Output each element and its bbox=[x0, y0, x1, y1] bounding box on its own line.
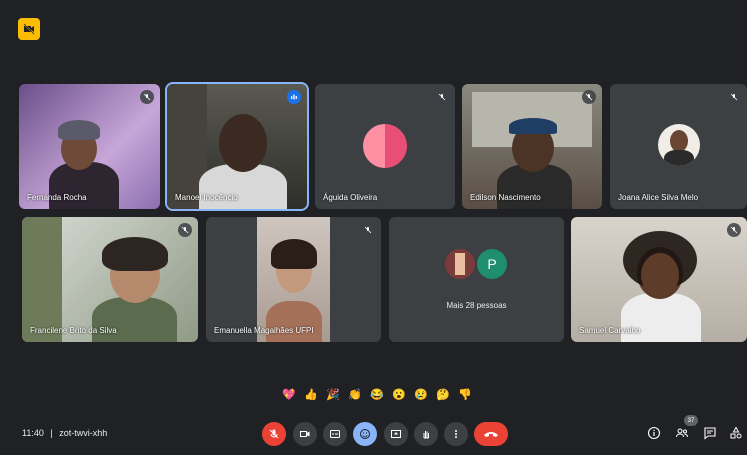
reaction-thumbs-down[interactable]: 👎 bbox=[457, 386, 473, 402]
meeting-time: 11:40 bbox=[22, 428, 44, 438]
participant-name: Emanuella Magalhães UFPI bbox=[214, 326, 314, 335]
present-screen-button[interactable] bbox=[384, 422, 408, 446]
chat-button[interactable] bbox=[700, 423, 720, 443]
participant-name: Fernanda Rocha bbox=[27, 193, 87, 202]
reaction-laugh[interactable]: 😂 bbox=[369, 386, 385, 402]
reactions-bar: 💖 👍 🎉 👏 😂 😮 😢 🤔 👎 bbox=[281, 386, 473, 402]
reaction-party[interactable]: 🎉 bbox=[325, 386, 341, 402]
captions-icon bbox=[330, 430, 340, 438]
reaction-thinking[interactable]: 🤔 bbox=[435, 386, 451, 402]
bottom-toolbar: 11:40 | zot-twvi-xhh 37 bbox=[0, 414, 747, 455]
participant-name: Joana Alice Silva Melo bbox=[618, 193, 699, 202]
participant-tile[interactable]: Samuel Carvalho bbox=[571, 217, 747, 342]
meeting-code: zot-twvi-xhh bbox=[59, 428, 108, 438]
more-participants-label: Mais 28 pessoas bbox=[446, 301, 507, 310]
mic-off-icon bbox=[361, 223, 375, 237]
mic-off-icon bbox=[269, 429, 279, 439]
participant-tile[interactable]: Fernanda Rocha bbox=[19, 84, 160, 209]
participant-tile[interactable]: Joana Alice Silva Melo bbox=[610, 84, 747, 209]
more-options-icon bbox=[455, 430, 457, 438]
reaction-thumbs-up[interactable]: 👍 bbox=[303, 386, 319, 402]
mic-off-icon bbox=[178, 223, 192, 237]
cap bbox=[509, 118, 557, 134]
meeting-separator: | bbox=[50, 428, 53, 438]
meeting-info: 11:40 | zot-twvi-xhh bbox=[22, 428, 107, 438]
participant-avatar bbox=[363, 124, 407, 168]
mic-off-icon bbox=[582, 90, 596, 104]
hair bbox=[102, 237, 168, 271]
participant-tile[interactable]: Águida Oliveira bbox=[315, 84, 455, 209]
participant-avatar bbox=[445, 249, 475, 279]
hang-up-icon bbox=[484, 432, 498, 437]
leave-call-button[interactable] bbox=[474, 422, 508, 446]
participant-name: Edilson Nascimento bbox=[470, 193, 541, 202]
more-options-button[interactable] bbox=[444, 422, 468, 446]
reaction-surprised[interactable]: 😮 bbox=[391, 386, 407, 402]
raise-hand-button[interactable] bbox=[414, 422, 438, 446]
activities-button[interactable] bbox=[726, 423, 746, 443]
participant-body bbox=[266, 301, 322, 342]
participant-face bbox=[219, 114, 267, 172]
people-icon bbox=[676, 428, 688, 438]
reaction-heart[interactable]: 💖 bbox=[281, 386, 297, 402]
reaction-sad[interactable]: 😢 bbox=[413, 386, 429, 402]
camera-toggle-button[interactable] bbox=[293, 422, 317, 446]
emoji-icon bbox=[360, 429, 370, 439]
camera-off-icon bbox=[23, 23, 35, 35]
participant-tile[interactable]: Francilene Brito da Silva bbox=[22, 217, 198, 342]
participant-tile[interactable]: Edilson Nascimento bbox=[462, 84, 602, 209]
headwrap bbox=[58, 120, 100, 140]
raise-hand-icon bbox=[423, 431, 429, 439]
participant-name: Francilene Brito da Silva bbox=[30, 326, 117, 335]
emoji-reactions-button[interactable] bbox=[353, 422, 377, 446]
meeting-details-button[interactable] bbox=[644, 423, 664, 443]
camera-icon bbox=[300, 431, 310, 437]
participant-avatar-letter: P bbox=[477, 249, 507, 279]
activities-icon bbox=[730, 426, 742, 439]
present-icon bbox=[391, 430, 401, 438]
mic-off-icon bbox=[140, 90, 154, 104]
participant-avatar bbox=[658, 124, 700, 166]
chat-icon bbox=[704, 427, 716, 440]
captions-button[interactable] bbox=[323, 422, 347, 446]
mic-off-icon bbox=[727, 90, 741, 104]
participant-name: Samuel Carvalho bbox=[579, 326, 641, 335]
participant-video bbox=[92, 297, 177, 342]
participant-tile-speaking[interactable]: Manoel Inocêncio bbox=[165, 82, 309, 211]
shelf-background bbox=[22, 217, 62, 342]
participant-name: Manoel Inocêncio bbox=[175, 193, 238, 202]
hair bbox=[271, 239, 317, 269]
more-participants-tile[interactable]: P Mais 28 pessoas bbox=[389, 217, 564, 342]
mic-off-icon bbox=[435, 90, 449, 104]
reaction-clap[interactable]: 👏 bbox=[347, 386, 363, 402]
hide-self-view-badge[interactable] bbox=[18, 18, 40, 40]
participant-name: Águida Oliveira bbox=[323, 193, 378, 202]
participant-face-inner bbox=[641, 253, 679, 297]
info-icon bbox=[647, 426, 661, 440]
participant-tile[interactable]: Emanuella Magalhães UFPI bbox=[206, 217, 381, 342]
speaking-indicator-icon bbox=[287, 90, 301, 104]
mic-off-icon bbox=[727, 223, 741, 237]
people-button[interactable] bbox=[672, 423, 692, 443]
mic-toggle-button[interactable] bbox=[262, 422, 286, 446]
